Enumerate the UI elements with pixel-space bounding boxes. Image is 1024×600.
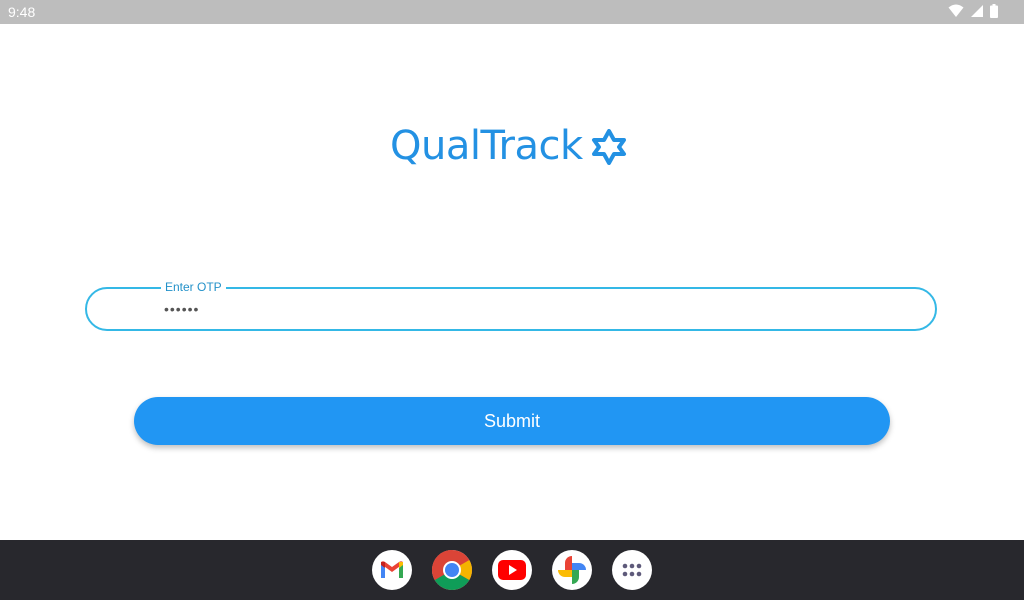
otp-field[interactable]: Enter OTP: [85, 279, 937, 331]
app-drawer-icon[interactable]: [612, 550, 652, 590]
signal-icon: [970, 4, 984, 18]
taskbar: [0, 540, 1024, 600]
chrome-icon[interactable]: [432, 550, 472, 590]
status-time: 9:48: [8, 4, 36, 20]
status-bar: 9:48: [0, 0, 1024, 24]
status-icons: [948, 4, 998, 18]
dock: [372, 550, 652, 590]
submit-button[interactable]: Submit: [134, 397, 890, 445]
logo-text: QualTrack: [390, 123, 583, 169]
otp-screen: QualTrack Enter OTP Submit: [0, 24, 1024, 540]
app-logo: QualTrack: [390, 122, 627, 170]
gmail-icon[interactable]: [372, 550, 412, 590]
wifi-icon: [948, 4, 964, 18]
youtube-icon[interactable]: [492, 550, 532, 590]
battery-icon: [990, 4, 998, 18]
photos-icon[interactable]: [552, 550, 592, 590]
otp-input[interactable]: [164, 299, 864, 319]
otp-field-label: Enter OTP: [161, 279, 226, 295]
gear-icon: [591, 129, 627, 165]
